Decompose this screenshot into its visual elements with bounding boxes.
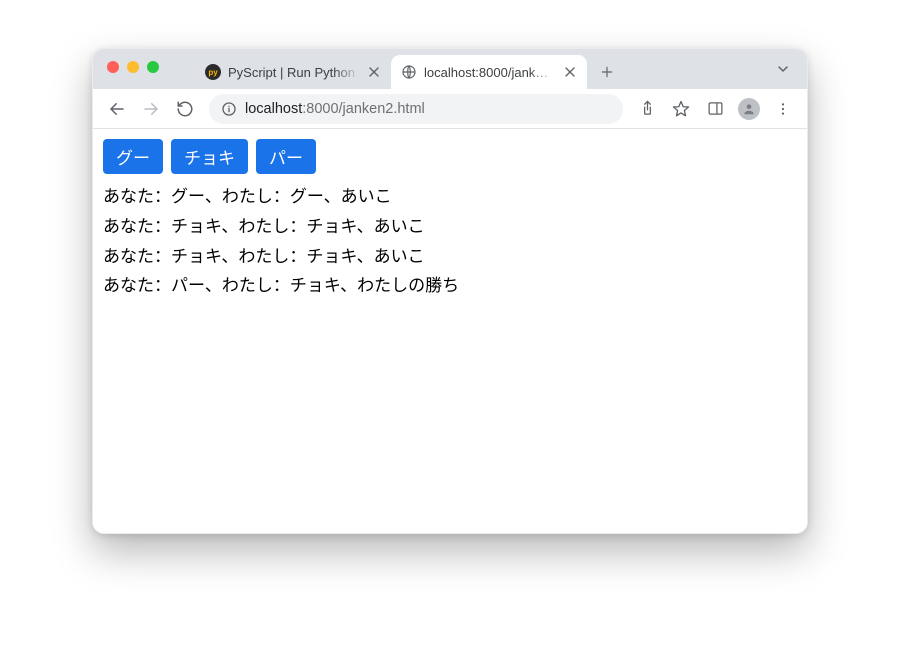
url-text: localhost:8000/janken2.html [245,101,611,117]
minimize-window-button[interactable] [127,61,139,73]
scissors-button[interactable]: チョキ [171,139,248,174]
avatar-icon [738,98,760,120]
rock-button[interactable]: グー [103,139,163,174]
profile-button[interactable] [733,93,765,125]
toolbar: localhost:8000/janken2.html [93,89,807,129]
tab-localhost[interactable]: localhost:8000/jank… [391,55,587,89]
forward-button[interactable] [135,93,167,125]
maximize-window-button[interactable] [147,61,159,73]
janken-buttons: グー チョキ パー [103,139,797,174]
tab-overflow-button[interactable] [769,55,797,83]
tab-title: PyScript | Run Python … [228,65,360,80]
address-bar[interactable]: localhost:8000/janken2.html [209,94,623,124]
page-content: グー チョキ パー あなた：グー、わたし：グー、あいこ あなた：チョキ、わたし：… [93,129,807,533]
browser-window: py PyScript | Run Python … localhost:800… [92,48,808,534]
pyscript-favicon-icon: py [205,64,221,80]
close-tab-icon[interactable] [563,65,577,79]
side-panel-button[interactable] [699,93,731,125]
share-button[interactable] [631,93,663,125]
new-tab-button[interactable] [593,58,621,86]
close-tab-icon[interactable] [367,65,381,79]
paper-button[interactable]: パー [256,139,316,174]
globe-favicon-icon [401,64,417,80]
tab-title: localhost:8000/jank… [424,65,556,80]
reload-button[interactable] [169,93,201,125]
tab-pyscript[interactable]: py PyScript | Run Python … [195,55,391,89]
titlebar: py PyScript | Run Python … localhost:800… [93,49,807,89]
tab-strip: py PyScript | Run Python … localhost:800… [195,49,621,89]
result-line: あなた：パー、わたし：チョキ、わたしの勝ち [103,271,797,301]
close-window-button[interactable] [107,61,119,73]
toolbar-right [631,93,799,125]
back-button[interactable] [101,93,133,125]
result-line: あなた：チョキ、わたし：チョキ、あいこ [103,212,797,242]
site-info-icon[interactable] [221,101,237,117]
result-line: あなた：グー、わたし：グー、あいこ [103,182,797,212]
result-line: あなた：チョキ、わたし：チョキ、あいこ [103,242,797,272]
menu-button[interactable] [767,93,799,125]
result-log: あなた：グー、わたし：グー、あいこ あなた：チョキ、わたし：チョキ、あいこ あな… [103,182,797,301]
bookmark-button[interactable] [665,93,697,125]
window-controls [107,61,159,73]
